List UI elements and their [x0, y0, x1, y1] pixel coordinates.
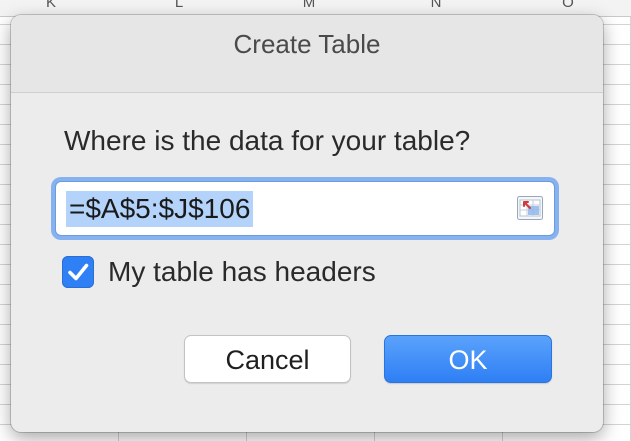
app-window: K L M N O Create Table Where is the data…: [0, 0, 631, 441]
headers-checkbox-label[interactable]: My table has headers: [108, 256, 376, 288]
range-field[interactable]: =$A$5:$J$106: [55, 181, 555, 236]
headers-checkbox[interactable]: [62, 256, 94, 288]
column-header-o[interactable]: O: [553, 0, 583, 11]
ok-button[interactable]: OK: [384, 335, 552, 383]
column-header-l[interactable]: L: [164, 0, 194, 11]
range-picker-icon[interactable]: [517, 196, 543, 220]
column-header-n[interactable]: N: [421, 0, 451, 11]
dialog-title-bar: Create Table: [11, 15, 603, 93]
dialog-title: Create Table: [233, 29, 381, 59]
checkmark-icon: [68, 263, 89, 281]
range-prompt: Where is the data for your table?: [64, 125, 471, 156]
cancel-button[interactable]: Cancel: [184, 335, 351, 383]
range-input[interactable]: =$A$5:$J$106: [66, 191, 254, 227]
create-table-dialog: Create Table Where is the data for your …: [11, 15, 603, 432]
column-header-m[interactable]: M: [294, 0, 324, 11]
column-header-k[interactable]: K: [36, 0, 66, 11]
